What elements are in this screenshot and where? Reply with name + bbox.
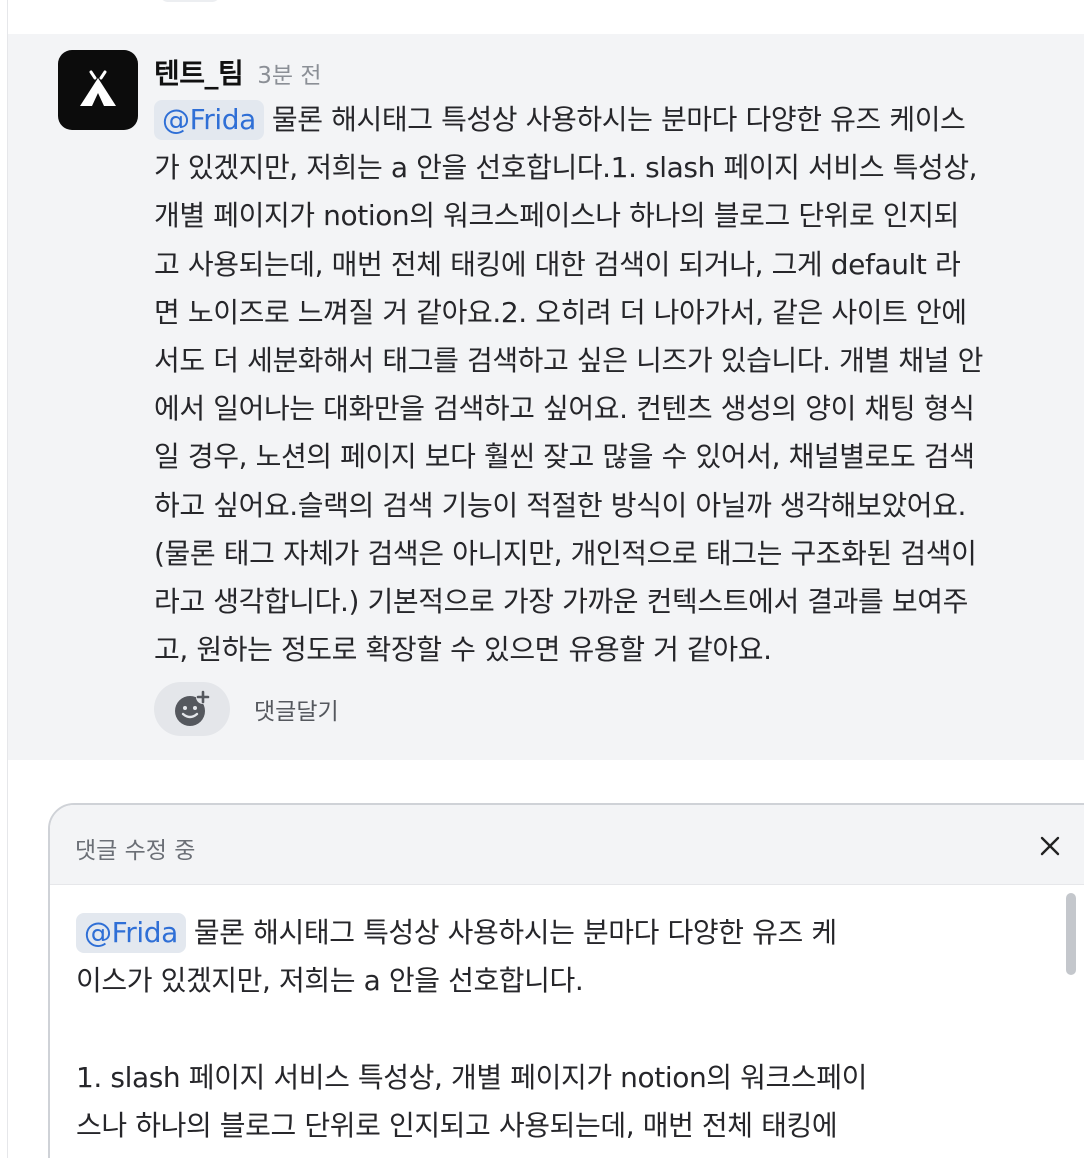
message-line: 라고 생각합니다.) 기본적으로 가장 가까운 컨텍스트에서 결과를 보여주 [154,585,968,619]
mention-tag[interactable]: @Frida [154,100,264,140]
editor-header: 댓글 수정 중 [50,805,1084,885]
message-line: 에서 일어나는 대화만을 검색하고 싶어요. 컨텐츠 생성의 양이 채팅 형식 [154,392,975,426]
previous-item-edge [160,0,220,2]
message-line: 가 있겠지만, 저희는 a 안을 선호합니다.1. slash 페이지 서비스 … [154,151,978,185]
comment-editor: 댓글 수정 중 @Frida 물론 해시태그 특성상 사용하시는 분마다 다양한 … [48,803,1084,1158]
author-name[interactable]: 텐트_팀 [154,52,244,92]
message-line: 개별 페이지가 notion의 워크스페이스나 하나의 블로그 단위로 인지되 [154,199,959,233]
close-icon [1040,836,1060,856]
editor-scrollbar[interactable] [1062,889,1080,1158]
message-line: 서도 더 세분화해서 태그를 검색하고 싶은 니즈가 있습니다. 개별 채널 안 [154,344,983,378]
editor-line: 1. slash 페이지 서비스 특성상, 개별 페이지가 notion의 워크… [76,1060,867,1094]
editor-line: 이스가 있겠지만, 저희는 a 안을 선호합니다. [76,964,584,998]
add-reaction-icon [175,690,210,726]
message-card: 텐트_팀 3분 전 @Frida 물론 해시태그 특성상 사용하시는 분마다 다양… [8,34,1084,760]
message-line: 하고 싶어요.슬랙의 검색 기능이 적절한 방식이 아닐까 생각해보았어요. [154,488,966,522]
message-line: @Frida 물론 해시태그 특성상 사용하시는 분마다 다양한 유즈 케이스 [154,96,1054,144]
tent-icon [80,70,116,106]
editor-textarea[interactable]: @Frida 물론 해시태그 특성상 사용하시는 분마다 다양한 유즈 케 이스가… [76,909,976,1150]
mention-tag[interactable]: @Frida [76,913,186,953]
message-line: 고 사용되는데, 매번 전체 태킹에 대한 검색이 되거나, 그게 defaul… [154,247,961,281]
scrollbar-thumb[interactable] [1066,893,1076,975]
editor-line: 스나 하나의 블로그 단위로 인지되고 사용되는데, 매번 전체 태킹에 [76,1108,838,1142]
close-button[interactable] [1033,829,1067,863]
add-reaction-button[interactable] [154,682,230,736]
comment-button[interactable]: 댓글달기 [254,692,339,726]
message-line: (물론 태그 자체가 검색은 아니지만, 개인적으로 태그는 구조화된 검색이 [154,536,977,570]
message-line-text: 물론 해시태그 특성상 사용하시는 분마다 다양한 유즈 케이스 [271,103,966,136]
editor-line: @Frida 물론 해시태그 특성상 사용하시는 분마다 다양한 유즈 케 [76,909,976,957]
message-line: 일 경우, 노션의 페이지 보다 훨씬 잦고 많을 수 있어서, 채널별로도 검… [154,440,975,474]
message-body: @Frida 물론 해시태그 특성상 사용하시는 분마다 다양한 유즈 케이스 가… [154,96,1054,674]
message-line: 면 노이즈로 느껴질 거 같아요.2. 오히려 더 나아가서, 같은 사이트 안… [154,295,967,329]
editor-line-text: 물론 해시태그 특성상 사용하시는 분마다 다양한 유즈 케 [193,916,837,949]
editor-blank-line [76,1005,976,1053]
timestamp: 3분 전 [257,63,322,89]
message-header: 텐트_팀 3분 전 [154,52,322,90]
avatar[interactable] [58,50,138,130]
message-line: 고, 원하는 정도로 확장할 수 있으면 유용할 거 같아요. [154,633,772,667]
editor-title: 댓글 수정 중 [75,838,196,864]
